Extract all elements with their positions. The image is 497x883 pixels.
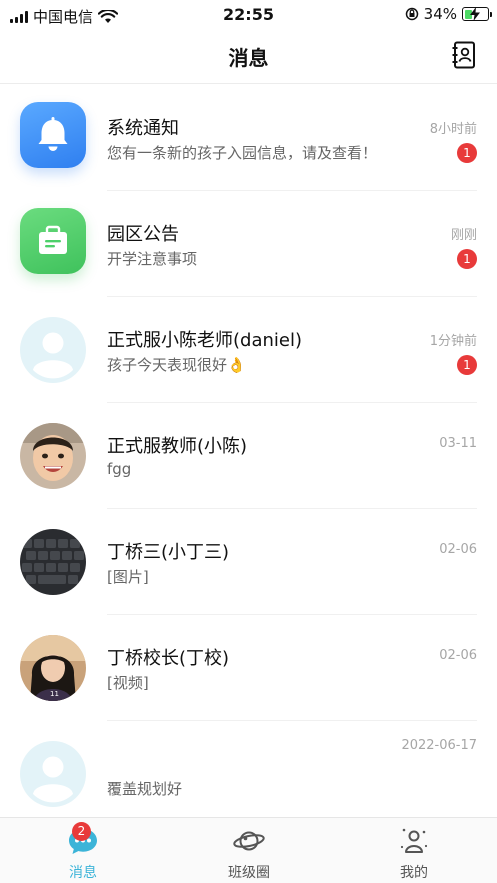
item-preview: [视频]	[107, 674, 149, 692]
unread-badge: 1	[457, 143, 477, 163]
list-item-teacher-daniel[interactable]: 正式服小陈老师(daniel) 孩子今天表现很好👌 1分钟前 1	[0, 297, 497, 403]
item-preview: fgg	[107, 460, 132, 478]
tab-label: 班级圈	[228, 865, 270, 881]
bell-icon	[20, 102, 86, 168]
tab-unread-badge: 2	[72, 822, 91, 841]
bottom-tab-bar: 2 消息 班级圈 我的	[0, 817, 497, 883]
tab-label: 我的	[400, 865, 428, 881]
status-right: 34%	[405, 5, 492, 23]
tab-me[interactable]: 我的	[331, 818, 497, 883]
item-time: 8小时前	[429, 122, 477, 137]
item-time: 03-11	[439, 436, 477, 451]
unread-badge: 1	[457, 355, 477, 375]
list-item-park-announcement[interactable]: 园区公告 开学注意事项 刚刚 1	[0, 191, 497, 297]
person-icon	[400, 828, 428, 853]
item-title: 园区公告	[107, 224, 179, 245]
item-title: 丁桥三(小丁三)	[107, 542, 230, 563]
keyboard-photo	[20, 529, 86, 595]
girl-photo: 11	[20, 635, 86, 701]
item-preview: 孩子今天表现很好👌	[107, 356, 246, 374]
item-title: 丁桥校长(丁校)	[107, 648, 230, 669]
orientation-lock-icon	[405, 7, 418, 21]
svg-text:11: 11	[50, 690, 59, 698]
item-time: 02-06	[439, 648, 477, 663]
list-item-system-notice[interactable]: 系统通知 您有一条新的孩子入园信息，请及查看！ 8小时前 1	[0, 85, 497, 191]
item-title: 正式服教师(小陈)	[107, 436, 248, 457]
list-item-ding-qiao-san[interactable]: 丁桥三(小丁三) [图片] 02-06	[0, 509, 497, 615]
item-preview: 覆盖规划好	[107, 780, 183, 798]
child-photo	[20, 423, 86, 489]
item-preview: 开学注意事项	[107, 250, 198, 268]
briefcase-icon	[20, 208, 86, 274]
item-preview: [图片]	[107, 568, 149, 586]
tab-class-circle[interactable]: 班级圈	[166, 818, 332, 883]
item-time: 02-06	[439, 542, 477, 557]
tab-messages[interactable]: 2 消息	[0, 818, 166, 883]
planet-icon	[233, 831, 265, 851]
item-time: 2022-06-17	[401, 738, 477, 753]
item-preview: 您有一条新的孩子入园信息，请及查看！	[107, 144, 378, 162]
list-item-teacher-chen[interactable]: 正式服教师(小陈) fgg 03-11	[0, 403, 497, 509]
unread-badge: 1	[457, 249, 477, 269]
battery-percentage: 34%	[423, 5, 457, 23]
list-item-unnamed[interactable]: 覆盖规划好 2022-06-17	[0, 721, 497, 827]
default-person-icon	[20, 741, 86, 807]
item-time: 刚刚	[450, 228, 477, 243]
contacts-book-icon[interactable]	[451, 41, 477, 69]
page-title: 消息	[228, 46, 269, 70]
list-item-principal[interactable]: 11 丁桥校长(丁校) [视频] 02-06	[0, 615, 497, 721]
default-person-icon	[20, 317, 86, 383]
item-title: 正式服小陈老师(daniel)	[107, 330, 302, 351]
battery-icon	[462, 7, 492, 21]
navigation-header: 消息	[0, 30, 497, 84]
item-time: 1分钟前	[429, 334, 477, 349]
item-title: 系统通知	[107, 118, 179, 139]
status-bar: 中国电信 22:55 34%	[0, 0, 497, 30]
tab-label: 消息	[69, 865, 97, 881]
